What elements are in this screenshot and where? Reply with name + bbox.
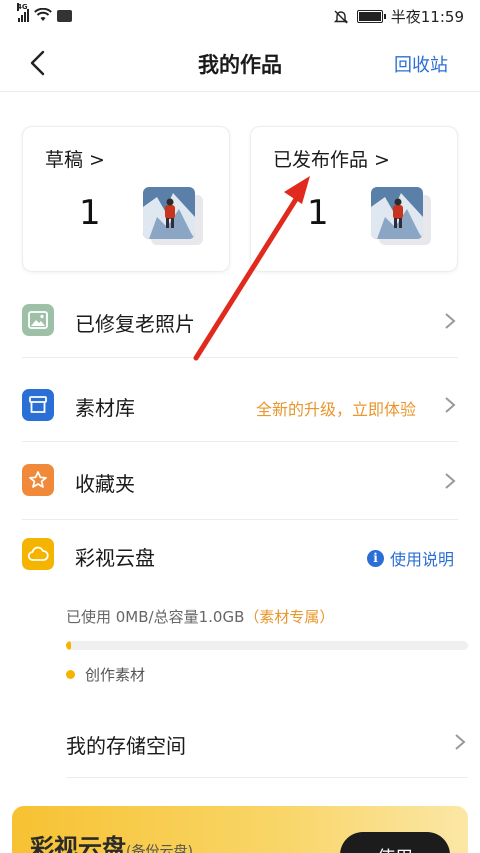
help-link-label: 使用说明	[389, 550, 454, 569]
climber-photo-thumbnail	[371, 187, 423, 239]
my-storage-space-row[interactable]: 我的存储空间	[66, 716, 468, 778]
list-item-label: 彩视云盘	[75, 546, 155, 570]
status-time: 半夜11:59	[390, 8, 464, 26]
list-item-favorites[interactable]: 收藏夹	[22, 442, 458, 520]
list-item-cloud-disk[interactable]: 彩视云盘 i 使用说明	[22, 520, 458, 594]
chevron-right-icon	[445, 313, 456, 329]
chevron-right-icon	[445, 397, 456, 413]
chevron-right-icon	[455, 734, 466, 750]
mute-bell-icon	[333, 10, 348, 23]
battery-icon	[356, 10, 386, 23]
storage-space-label: 我的存储空间	[66, 734, 186, 758]
box-icon	[22, 389, 54, 421]
usage-amount: 已使用 0MB/总容量1.0GB	[66, 608, 245, 626]
cloud-icon	[22, 538, 54, 570]
banner-subtitle: (备份云盘)	[126, 844, 193, 853]
photo-icon	[22, 304, 54, 336]
list-item-label: 收藏夹	[75, 472, 135, 496]
published-card[interactable]: 已发布作品 > 1	[250, 126, 458, 272]
star-icon	[22, 464, 54, 496]
info-icon: i	[366, 549, 384, 567]
published-label: 已发布作品 >	[273, 149, 390, 171]
published-count: 1	[307, 193, 329, 233]
status-left: 4G	[17, 3, 72, 22]
upgrade-promo-text[interactable]: 全新的升级，立即体验	[256, 396, 416, 420]
storage-progress-fill	[66, 641, 71, 650]
drafts-count: 1	[79, 193, 101, 233]
list-item-label: 已修复老照片	[75, 312, 195, 336]
signal-icon: 4G	[17, 3, 29, 22]
network-type: 4G	[17, 3, 28, 11]
storage-usage-text: 已使用 0MB/总容量1.0GB（素材专属）	[66, 606, 334, 627]
banner-use-button[interactable]: 使用	[340, 832, 450, 853]
legend-label: 创作素材	[85, 666, 146, 684]
storage-legend: 创作素材	[66, 664, 145, 685]
usage-help-link[interactable]: i 使用说明	[366, 546, 454, 570]
wifi-icon	[34, 8, 52, 21]
climber-photo-thumbnail	[143, 187, 195, 239]
status-bar: 4G 半夜11:59	[0, 0, 480, 34]
published-thumbnail	[371, 187, 433, 245]
storage-progress-bar	[66, 641, 468, 650]
cloud-disk-banner[interactable]: 彩视云盘(备份云盘) 使用	[12, 806, 468, 853]
legend-dot	[66, 670, 75, 679]
huawei-badge-icon	[57, 10, 72, 22]
status-right: 半夜11:59	[333, 6, 464, 27]
header-bar: 我的作品 回收站	[0, 34, 480, 92]
banner-title-text: 彩视云盘	[30, 834, 126, 853]
banner-title: 彩视云盘(备份云盘)	[30, 828, 193, 853]
drafts-label: 草稿 >	[45, 149, 105, 171]
list-item-restored-photos[interactable]: 已修复老照片	[22, 284, 458, 358]
chevron-right-icon	[445, 473, 456, 489]
usage-tag: （素材专属）	[244, 608, 335, 626]
list-item-label: 素材库	[75, 396, 135, 420]
list-item-material-library[interactable]: 素材库 全新的升级，立即体验	[22, 358, 458, 442]
drafts-thumbnail	[143, 187, 205, 245]
drafts-card[interactable]: 草稿 > 1	[22, 126, 230, 272]
recycle-bin-link[interactable]: 回收站	[394, 51, 448, 77]
